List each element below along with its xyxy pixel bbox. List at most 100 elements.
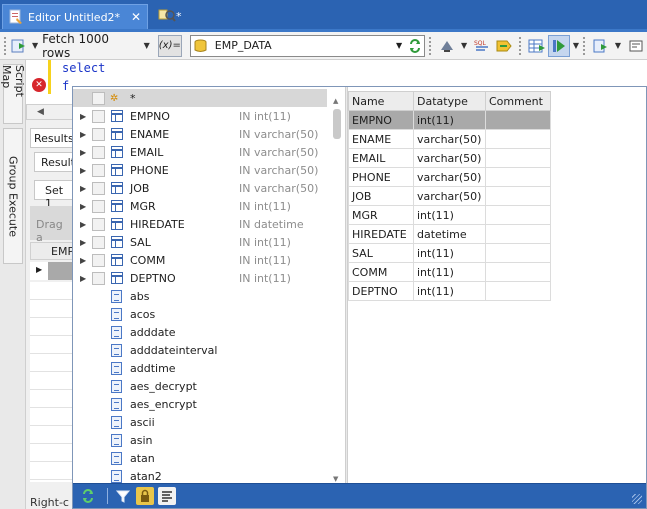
table-row[interactable]: PHONE varchar(50)	[348, 167, 551, 187]
chevron-down-icon[interactable]: ▼	[32, 41, 38, 50]
checkbox[interactable]	[92, 199, 105, 213]
column-icon	[111, 182, 123, 194]
chevron-down-icon[interactable]: ▼	[573, 41, 579, 50]
code-line-2: f	[62, 79, 70, 93]
refresh-icon[interactable]	[406, 38, 424, 53]
chevron-right-icon[interactable]: ▶	[80, 238, 86, 247]
suggestion-function[interactable]: ascii	[73, 413, 345, 431]
chevron-right-icon[interactable]: ▶	[80, 220, 86, 229]
suggestion-function[interactable]: atan	[73, 449, 345, 467]
suggestion-function[interactable]: acos	[73, 305, 345, 323]
script-map-tab[interactable]: Script Map	[0, 64, 26, 124]
sql-tools-icon[interactable]: SQL	[471, 35, 493, 57]
table-row[interactable]: HIREDATE datetime	[348, 224, 551, 244]
suggestion-column[interactable]: ▶ MGR IN int(11)	[73, 197, 345, 215]
format-icon[interactable]	[436, 35, 458, 57]
function-icon	[111, 451, 122, 465]
checkbox[interactable]	[92, 271, 105, 285]
suggestion-list[interactable]: ✲ * ▶ EMPNO IN int(11) ▶ ENAME IN varchar(50…	[73, 87, 345, 483]
table-row[interactable]: COMM int(11)	[348, 262, 551, 282]
checkbox[interactable]	[92, 91, 105, 105]
suggestion-column[interactable]: ▶ PHONE IN varchar(50)	[73, 161, 345, 179]
checkbox[interactable]	[92, 127, 105, 141]
tab-results[interactable]: Results	[30, 128, 74, 148]
chevron-down-icon[interactable]: ▼	[392, 41, 406, 50]
grid-view-icon[interactable]	[526, 35, 548, 57]
checkbox[interactable]	[92, 235, 105, 249]
suggestion-column[interactable]: ▶ COMM IN int(11)	[73, 251, 345, 269]
header-comment[interactable]: Comment	[485, 91, 551, 111]
details-pane-icon[interactable]	[158, 487, 176, 505]
chevron-right-icon[interactable]: ▶	[80, 274, 86, 283]
table-row[interactable]: SAL int(11)	[348, 243, 551, 263]
lock-icon[interactable]	[136, 487, 154, 505]
suggestion-column[interactable]: ▶ EMAIL IN varchar(50)	[73, 143, 345, 161]
scroll-up-icon[interactable]: ▲	[333, 97, 338, 105]
group-execute-tab[interactable]: Group Execute	[3, 128, 23, 264]
header-datatype[interactable]: Datatype	[413, 91, 486, 111]
chevron-right-icon[interactable]: ▶	[80, 148, 86, 157]
tab-editor-untitled2[interactable]: Editor Untitled2* ✕	[2, 4, 148, 29]
settings-icon[interactable]	[625, 35, 647, 57]
suggestion-all-columns[interactable]: ✲ *	[73, 89, 327, 107]
tab-new-query[interactable]: *	[152, 4, 192, 29]
table-row[interactable]: EMPNO int(11)	[348, 110, 551, 130]
chevron-right-icon[interactable]: ▶	[80, 166, 86, 175]
suggestion-function[interactable]: atan2	[73, 467, 345, 483]
suggestion-column[interactable]: ▶ SAL IN int(11)	[73, 233, 345, 251]
chevron-right-icon[interactable]: ▶	[80, 112, 86, 121]
export-icon[interactable]	[493, 35, 515, 57]
checkbox[interactable]	[92, 181, 105, 195]
sync-icon[interactable]	[79, 487, 97, 505]
results-grid[interactable]	[30, 282, 74, 482]
suggestion-scrollbar[interactable]: ▲ ▼	[331, 97, 343, 483]
resize-grip-icon[interactable]	[632, 494, 642, 504]
suggestion-function[interactable]: addtime	[73, 359, 345, 377]
execute-icon[interactable]	[11, 35, 29, 57]
checkbox[interactable]	[92, 253, 105, 267]
table-row[interactable]: JOB varchar(50)	[348, 186, 551, 206]
table-row[interactable]: EMAIL varchar(50)	[348, 148, 551, 168]
suggestion-function[interactable]: abs	[73, 287, 345, 305]
editor-horizontal-scrollbar[interactable]: ◀	[26, 104, 74, 120]
filter-icon[interactable]	[114, 487, 132, 505]
tab-set-1[interactable]: Set 1	[34, 180, 74, 210]
checkbox[interactable]	[92, 109, 105, 123]
variables-button[interactable]: (x)=	[157, 34, 182, 57]
suggestion-function[interactable]: aes_encrypt	[73, 395, 345, 413]
scrollbar-thumb[interactable]	[333, 109, 341, 139]
table-row[interactable]: DEPTNO int(11)	[348, 281, 551, 301]
close-icon[interactable]: ✕	[131, 10, 141, 24]
selected-cell[interactable]	[48, 262, 74, 280]
suggestion-function[interactable]: aes_decrypt	[73, 377, 345, 395]
table-selector[interactable]: EMP_DATA ▼	[189, 34, 426, 57]
chevron-right-icon[interactable]: ▶	[80, 184, 86, 193]
suggestion-column[interactable]: ▶ HIREDATE IN datetime	[73, 215, 345, 233]
table-row[interactable]: MGR int(11)	[348, 205, 551, 225]
scroll-down-icon[interactable]: ▼	[333, 475, 338, 483]
grid-column-header[interactable]: EMP	[30, 242, 74, 260]
suggestion-function[interactable]: adddateinterval	[73, 341, 345, 359]
checkbox[interactable]	[92, 163, 105, 177]
run-script-icon[interactable]	[547, 34, 570, 57]
chevron-right-icon[interactable]: ▶	[80, 256, 86, 265]
suggestion-function[interactable]: asin	[73, 431, 345, 449]
chevron-right-icon[interactable]: ▶	[80, 130, 86, 139]
suggestion-function[interactable]: adddate	[73, 323, 345, 341]
checkbox[interactable]	[92, 217, 105, 231]
header-name[interactable]: Name	[348, 91, 414, 111]
suggestion-column[interactable]: ▶ ENAME IN varchar(50)	[73, 125, 345, 143]
grid-current-row[interactable]: ▶	[30, 262, 74, 280]
chevron-right-icon[interactable]: ▶	[80, 202, 86, 211]
chevron-down-icon[interactable]: ▼	[461, 41, 467, 50]
chevron-down-icon[interactable]: ▼	[144, 41, 150, 50]
checkbox[interactable]	[92, 145, 105, 159]
transaction-icon[interactable]	[590, 35, 612, 57]
tab-result[interactable]: Result	[34, 152, 75, 172]
suggestion-column[interactable]: ▶ DEPTNO IN int(11)	[73, 269, 345, 287]
table-row[interactable]: ENAME varchar(50)	[348, 129, 551, 149]
suggestion-column[interactable]: ▶ JOB IN varchar(50)	[73, 179, 345, 197]
fetch-rows-dropdown[interactable]: Fetch 1000 rows	[42, 32, 140, 60]
chevron-down-icon[interactable]: ▼	[615, 41, 621, 50]
suggestion-column[interactable]: ▶ EMPNO IN int(11)	[73, 107, 345, 125]
